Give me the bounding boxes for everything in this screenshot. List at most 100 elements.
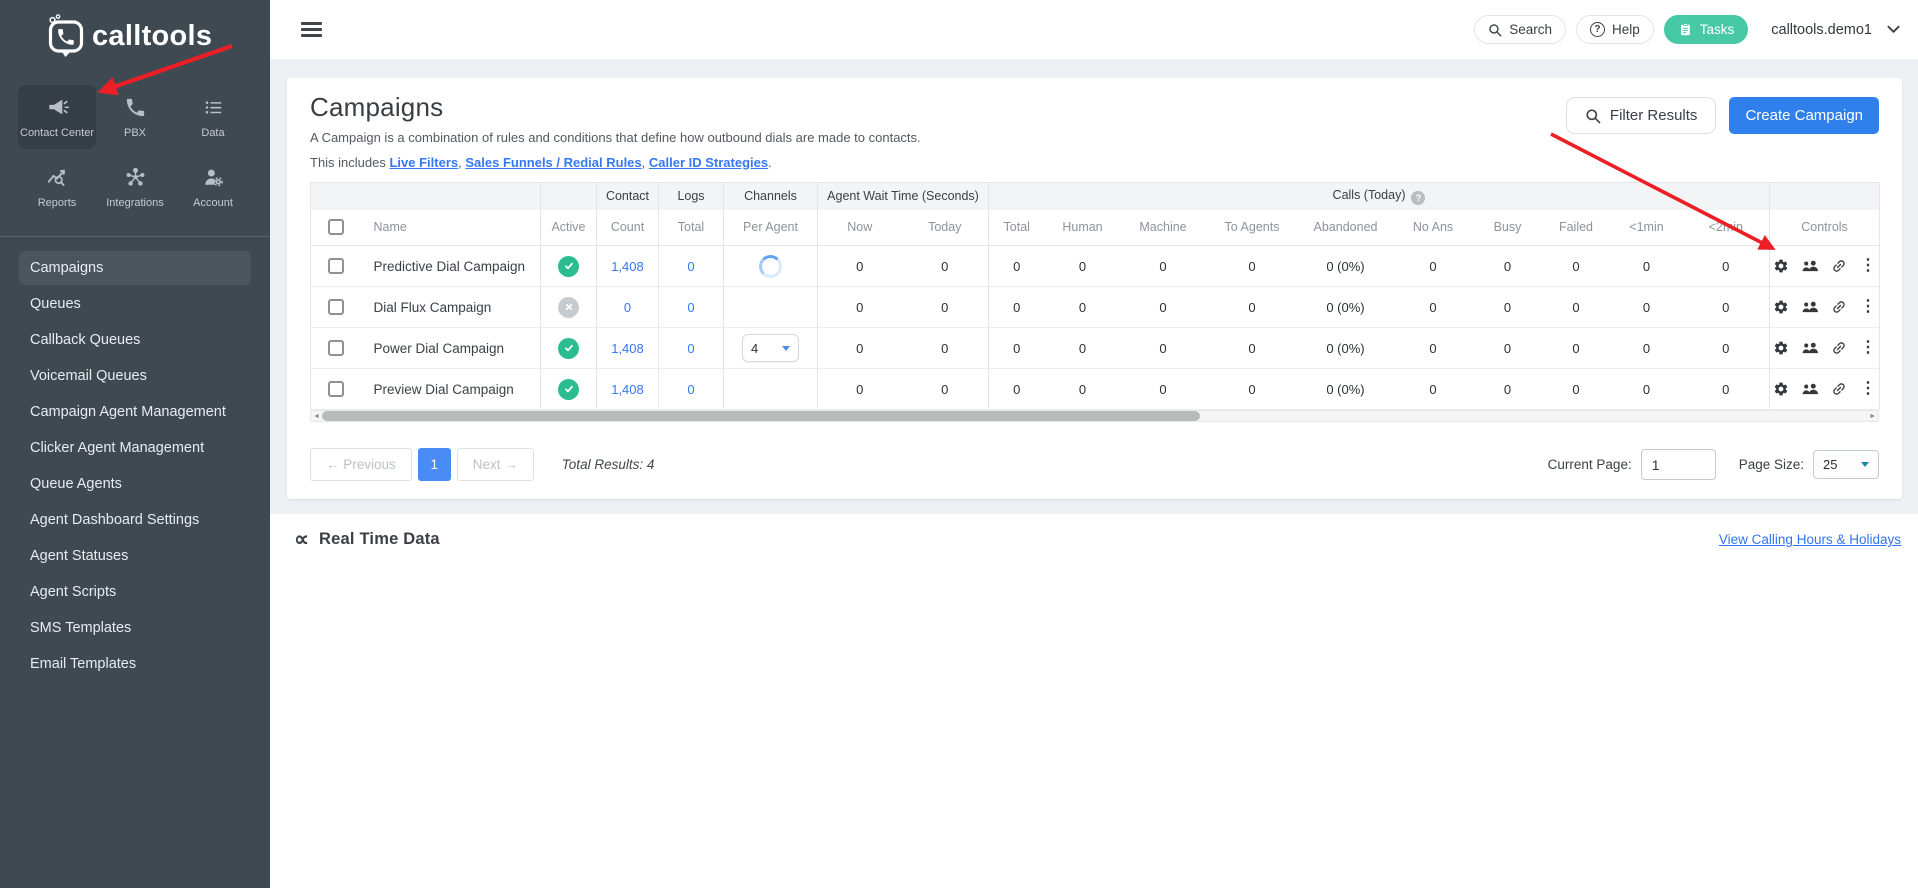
calltools-logo[interactable]: calltools bbox=[0, 0, 270, 59]
sidebar-item-agent-statuses[interactable]: Agent Statuses bbox=[0, 538, 270, 574]
more-options-icon[interactable]: ⋮ bbox=[1860, 340, 1876, 356]
logs-total-link[interactable]: 0 bbox=[687, 341, 694, 356]
live-filters-link[interactable]: Live Filters bbox=[389, 155, 458, 170]
account-menu[interactable]: calltools.demo1 bbox=[1771, 22, 1900, 38]
app-item-account[interactable]: Account bbox=[174, 155, 252, 219]
link-icon[interactable] bbox=[1831, 258, 1847, 274]
agents-people-icon[interactable] bbox=[1802, 258, 1818, 274]
logs-total-link[interactable]: 0 bbox=[687, 300, 694, 315]
help-button[interactable]: ? Help bbox=[1575, 15, 1654, 44]
link-icon[interactable] bbox=[1831, 340, 1847, 356]
sidebar-item-clicker-agent-management[interactable]: Clicker Agent Management bbox=[0, 430, 270, 466]
sidebar-item-queue-agents[interactable]: Queue Agents bbox=[0, 466, 270, 502]
settings-gear-icon[interactable] bbox=[1773, 258, 1789, 274]
no-ans-cell: 0 bbox=[1392, 368, 1474, 410]
app-item-pbx[interactable]: PBX bbox=[96, 85, 174, 149]
settings-gear-icon[interactable] bbox=[1773, 340, 1789, 356]
sidebar-item-agent-scripts[interactable]: Agent Scripts bbox=[0, 574, 270, 610]
sales-funnels-link[interactable]: Sales Funnels / Redial Rules bbox=[465, 155, 641, 170]
scrollbar-thumb[interactable] bbox=[322, 411, 1200, 421]
agents-people-icon[interactable] bbox=[1802, 381, 1818, 397]
group-header-contact: Contact bbox=[596, 182, 659, 210]
abandoned-cell: 0 (0%) bbox=[1298, 368, 1393, 410]
agents-people-icon[interactable] bbox=[1802, 299, 1818, 315]
row-checkbox[interactable] bbox=[328, 299, 345, 316]
busy-cell: 0 bbox=[1473, 368, 1542, 410]
info-icon[interactable]: ? bbox=[1411, 191, 1426, 205]
more-options-icon[interactable]: ⋮ bbox=[1860, 258, 1876, 274]
sidebar-item-sms-templates[interactable]: SMS Templates bbox=[0, 610, 270, 646]
table-row: Predictive Dial Campaign 1,408 0 0 0 0 0 0 0 0 (0… bbox=[310, 245, 1880, 287]
horizontal-scrollbar[interactable]: ◄ ► bbox=[310, 410, 1879, 422]
contact-count-link[interactable]: 1,408 bbox=[611, 382, 644, 397]
total-results: Total Results: 4 bbox=[561, 457, 655, 472]
under-1min-cell: 0 bbox=[1610, 245, 1683, 287]
link-icon[interactable] bbox=[1831, 299, 1847, 315]
scroll-right-icon[interactable]: ► bbox=[1869, 413, 1876, 420]
sidebar-item-campaign-agent-management[interactable]: Campaign Agent Management bbox=[0, 394, 270, 430]
previous-page-button[interactable]: ← Previous bbox=[310, 448, 412, 481]
under-2min-cell: 0 bbox=[1682, 327, 1771, 369]
abandoned-cell: 0 (0%) bbox=[1298, 327, 1393, 369]
calls-total-cell: 0 bbox=[988, 245, 1045, 287]
row-checkbox[interactable] bbox=[328, 381, 345, 398]
hamburger-menu-icon[interactable] bbox=[301, 19, 322, 41]
campaigns-card: Campaigns A Campaign is a combination of… bbox=[287, 78, 1902, 499]
row-checkbox[interactable] bbox=[328, 258, 345, 275]
campaign-name: Power Dial Campaign bbox=[361, 327, 541, 369]
page-1-button[interactable]: 1 bbox=[417, 448, 451, 481]
logs-total-link[interactable]: 0 bbox=[687, 382, 694, 397]
settings-gear-icon[interactable] bbox=[1773, 299, 1789, 315]
controls-cell: ⋮ bbox=[1769, 327, 1880, 369]
search-button[interactable]: Search bbox=[1474, 15, 1566, 44]
sidebar-item-campaigns[interactable]: Campaigns bbox=[19, 251, 251, 285]
view-calling-hours-link[interactable]: View Calling Hours & Holidays bbox=[1719, 532, 1901, 547]
contact-count-link[interactable]: 0 bbox=[624, 300, 631, 315]
sidebar-item-callback-queues[interactable]: Callback Queues bbox=[0, 322, 270, 358]
link-icon[interactable] bbox=[1831, 381, 1847, 397]
controls-cell: ⋮ bbox=[1769, 286, 1880, 328]
abandoned-cell: 0 (0%) bbox=[1298, 286, 1393, 328]
sidebar-item-voicemail-queues[interactable]: Voicemail Queues bbox=[0, 358, 270, 394]
contact-count-link[interactable]: 1,408 bbox=[611, 259, 644, 274]
app-item-data[interactable]: Data bbox=[174, 85, 252, 149]
app-item-reports[interactable]: Reports bbox=[18, 155, 96, 219]
per-agent-select[interactable]: 4 bbox=[742, 334, 799, 362]
wait-now-cell: 0 bbox=[817, 368, 902, 410]
select-all-checkbox[interactable] bbox=[328, 219, 345, 236]
scroll-left-icon[interactable]: ◄ bbox=[313, 413, 320, 420]
sidebar-item-email-templates[interactable]: Email Templates bbox=[0, 646, 270, 682]
chevron-down-icon bbox=[1887, 25, 1900, 34]
busy-cell: 0 bbox=[1473, 245, 1542, 287]
app-item-integrations[interactable]: Integrations bbox=[96, 155, 174, 219]
app-label: PBX bbox=[123, 126, 146, 139]
current-page-input[interactable] bbox=[1640, 449, 1716, 480]
group-header-channels: Channels bbox=[723, 182, 818, 210]
logs-total-link[interactable]: 0 bbox=[687, 259, 694, 274]
group-header-logs: Logs bbox=[658, 182, 724, 210]
contact-count-link[interactable]: 1,408 bbox=[611, 341, 644, 356]
col-to-agents: To Agents bbox=[1205, 209, 1299, 246]
more-options-icon[interactable]: ⋮ bbox=[1860, 381, 1876, 397]
row-controls: ⋮ bbox=[1770, 258, 1879, 274]
filter-results-button[interactable]: Filter Results bbox=[1565, 97, 1717, 134]
agents-people-icon[interactable] bbox=[1802, 340, 1818, 356]
create-campaign-button[interactable]: Create Campaign bbox=[1729, 97, 1879, 134]
logs-total-cell: 0 bbox=[658, 368, 724, 410]
app-item-contact-center[interactable]: Contact Center bbox=[18, 85, 96, 149]
caret-down-icon bbox=[782, 345, 790, 351]
tasks-button[interactable]: Tasks bbox=[1663, 15, 1749, 44]
settings-gear-icon[interactable] bbox=[1773, 381, 1789, 397]
col-today: Today bbox=[901, 209, 989, 246]
active-status-cell bbox=[540, 327, 597, 369]
more-options-icon[interactable]: ⋮ bbox=[1860, 299, 1876, 315]
row-checkbox-cell bbox=[310, 368, 362, 410]
sidebar-item-agent-dashboard-settings[interactable]: Agent Dashboard Settings bbox=[0, 502, 270, 538]
wait-today-cell: 0 bbox=[901, 368, 989, 410]
next-page-button[interactable]: Next → bbox=[456, 448, 534, 481]
sidebar-item-queues[interactable]: Queues bbox=[0, 286, 270, 322]
row-checkbox[interactable] bbox=[328, 340, 345, 357]
caller-id-strategies-link[interactable]: Caller ID Strategies bbox=[649, 155, 768, 170]
page-size-select[interactable]: 25 bbox=[1813, 450, 1879, 479]
calls-total-cell: 0 bbox=[988, 368, 1045, 410]
